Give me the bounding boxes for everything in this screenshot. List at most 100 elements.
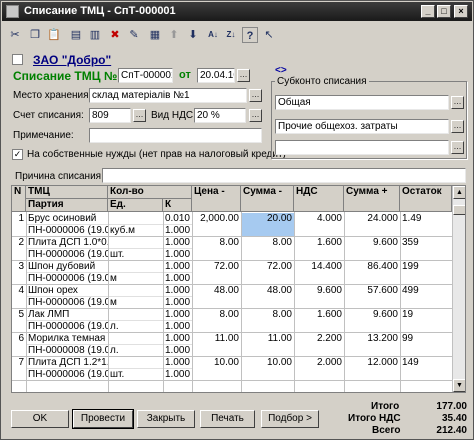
subconto-field-1[interactable]: Общая	[275, 95, 449, 110]
cell-sum-plus[interactable]: 12.000	[344, 357, 400, 369]
cell-rest[interactable]: 359	[400, 237, 452, 249]
col-header-vat[interactable]: НДС	[294, 186, 344, 212]
subconto-field-3[interactable]	[275, 140, 449, 155]
import-icon[interactable]: ▦	[147, 27, 163, 43]
subconto-3-select-button[interactable]: …	[451, 141, 464, 154]
cell-sum-plus[interactable]: 9.600	[344, 237, 400, 249]
paste-icon[interactable]: 📋	[46, 27, 62, 43]
cell-sum-plus[interactable]: 24.000	[344, 213, 400, 225]
org-name[interactable]: ЗАО "Добро"	[33, 53, 111, 67]
items-table[interactable]: N ТМЦ Партия Кол-во Ед. К Цена - Сумма -…	[11, 185, 466, 393]
scroll-up-icon[interactable]: ▲	[453, 186, 465, 199]
doc-number-field[interactable]: СпТ-000001	[118, 68, 173, 83]
cell-vat[interactable]: 9.600	[294, 285, 344, 297]
col-header-unit[interactable]: Ед.	[108, 199, 163, 212]
cell-sum-plus[interactable]: 13.200	[344, 333, 400, 345]
cell-sum-plus[interactable]: 86.400	[344, 261, 400, 273]
pointer-icon[interactable]: ↖	[261, 27, 277, 43]
cell-sum[interactable]: 8.00	[241, 237, 294, 249]
storage-select-button[interactable]: …	[249, 89, 262, 102]
cell-rest[interactable]: 149	[400, 357, 452, 369]
date-select-button[interactable]: …	[237, 69, 250, 82]
minimize-icon[interactable]: _	[421, 5, 435, 18]
cell-n[interactable]: 5	[12, 309, 26, 321]
subconto-1-select-button[interactable]: …	[451, 96, 464, 109]
cell-vat[interactable]: 1.600	[294, 237, 344, 249]
col-header-price[interactable]: Цена -	[192, 186, 241, 212]
col-header-party[interactable]: Партия	[26, 199, 108, 212]
cell-rest[interactable]: 19	[400, 309, 452, 321]
cell-sum[interactable]: 20.00	[241, 213, 294, 236]
print-button[interactable]: Печать	[200, 410, 255, 428]
cell-price[interactable]: 8.00	[192, 309, 241, 321]
select-button[interactable]: Подбор >	[261, 410, 319, 428]
help-icon[interactable]: ?	[242, 27, 258, 43]
subconto-2-select-button[interactable]: …	[451, 120, 464, 133]
edit-row-icon[interactable]: ✎	[126, 27, 142, 43]
cell-sum[interactable]: 8.00	[241, 309, 294, 321]
col-header-sum[interactable]: Сумма -	[241, 186, 294, 212]
cell-sum[interactable]: 48.00	[241, 285, 294, 297]
reason-field[interactable]	[102, 168, 466, 183]
note-field[interactable]	[89, 128, 262, 143]
vat-field[interactable]: 20 %	[194, 108, 246, 123]
cell-n[interactable]: 2	[12, 237, 26, 249]
new-row-icon[interactable]: ▤	[68, 27, 84, 43]
cell-price[interactable]: 48.00	[192, 285, 241, 297]
cell-vat[interactable]: 14.400	[294, 261, 344, 273]
subconto-arrows[interactable]: <>	[275, 65, 287, 76]
cell-rest[interactable]: 99	[400, 333, 452, 345]
account-select-button[interactable]: …	[133, 109, 146, 122]
cell-rest[interactable]: 1.49	[400, 213, 452, 225]
table-scrollbar[interactable]: ▲ ▼	[452, 186, 465, 392]
cell-n[interactable]: 7	[12, 357, 26, 369]
col-header-num[interactable]: N	[12, 186, 26, 212]
col-header-tmc[interactable]: ТМЦ	[26, 186, 108, 199]
col-header-sum-plus[interactable]: Сумма +	[344, 186, 400, 212]
doc-date-field[interactable]: 20.04.10	[197, 68, 235, 83]
col-header-rest[interactable]: Остаток	[400, 186, 452, 212]
cell-rest[interactable]: 499	[400, 285, 452, 297]
col-header-k[interactable]: К	[163, 199, 192, 212]
cell-sum[interactable]: 11.00	[241, 333, 294, 345]
cell-vat[interactable]: 1.600	[294, 309, 344, 321]
cell-price[interactable]: 72.00	[192, 261, 241, 273]
scroll-thumb[interactable]	[453, 205, 465, 215]
sort-asc-icon[interactable]: A↓	[205, 27, 221, 43]
close-button[interactable]: Закрыть	[137, 410, 195, 428]
col-header-qty[interactable]: Кол-во	[108, 186, 192, 199]
cell-vat[interactable]: 2.200	[294, 333, 344, 345]
storage-field[interactable]: склад матеріалів №1	[89, 88, 247, 103]
own-needs-checkbox[interactable]: ✓	[12, 149, 23, 160]
move-down-icon[interactable]: ⬇	[185, 27, 201, 43]
cell-n[interactable]: 1	[12, 213, 26, 225]
sort-desc-icon[interactable]: Z↓	[223, 27, 239, 43]
cell-price[interactable]: 10.00	[192, 357, 241, 369]
cell-sum-plus[interactable]: 9.600	[344, 309, 400, 321]
close-icon[interactable]: ×	[454, 5, 468, 18]
post-button[interactable]: Провести	[72, 409, 134, 429]
cell-price[interactable]: 11.00	[192, 333, 241, 345]
scroll-down-icon[interactable]: ▼	[453, 379, 465, 392]
subconto-field-2[interactable]: Прочие общехоз. затраты	[275, 119, 449, 134]
delete-row-icon[interactable]: ✖	[107, 27, 123, 43]
ok-button[interactable]: OK	[11, 410, 69, 428]
cell-price[interactable]: 2,000.00	[192, 213, 241, 225]
vat-select-button[interactable]: …	[249, 109, 262, 122]
copy-icon[interactable]: ❐	[27, 27, 43, 43]
cell-n[interactable]: 6	[12, 333, 26, 345]
cell-sum[interactable]: 10.00	[241, 357, 294, 369]
maximize-icon[interactable]: □	[437, 5, 451, 18]
move-up-icon[interactable]: ⬆	[166, 27, 182, 43]
cell-vat[interactable]: 2.000	[294, 357, 344, 369]
account-field[interactable]: 809	[89, 108, 131, 123]
cell-sum[interactable]: 72.00	[241, 261, 294, 273]
cut-icon[interactable]: ✂	[7, 27, 23, 43]
org-checkbox[interactable]	[12, 54, 23, 65]
cell-rest[interactable]: 199	[400, 261, 452, 273]
copy-row-icon[interactable]: ▥	[87, 27, 103, 43]
cell-vat[interactable]: 4.000	[294, 213, 344, 225]
cell-price[interactable]: 8.00	[192, 237, 241, 249]
cell-n[interactable]: 3	[12, 261, 26, 273]
cell-sum-plus[interactable]: 57.600	[344, 285, 400, 297]
